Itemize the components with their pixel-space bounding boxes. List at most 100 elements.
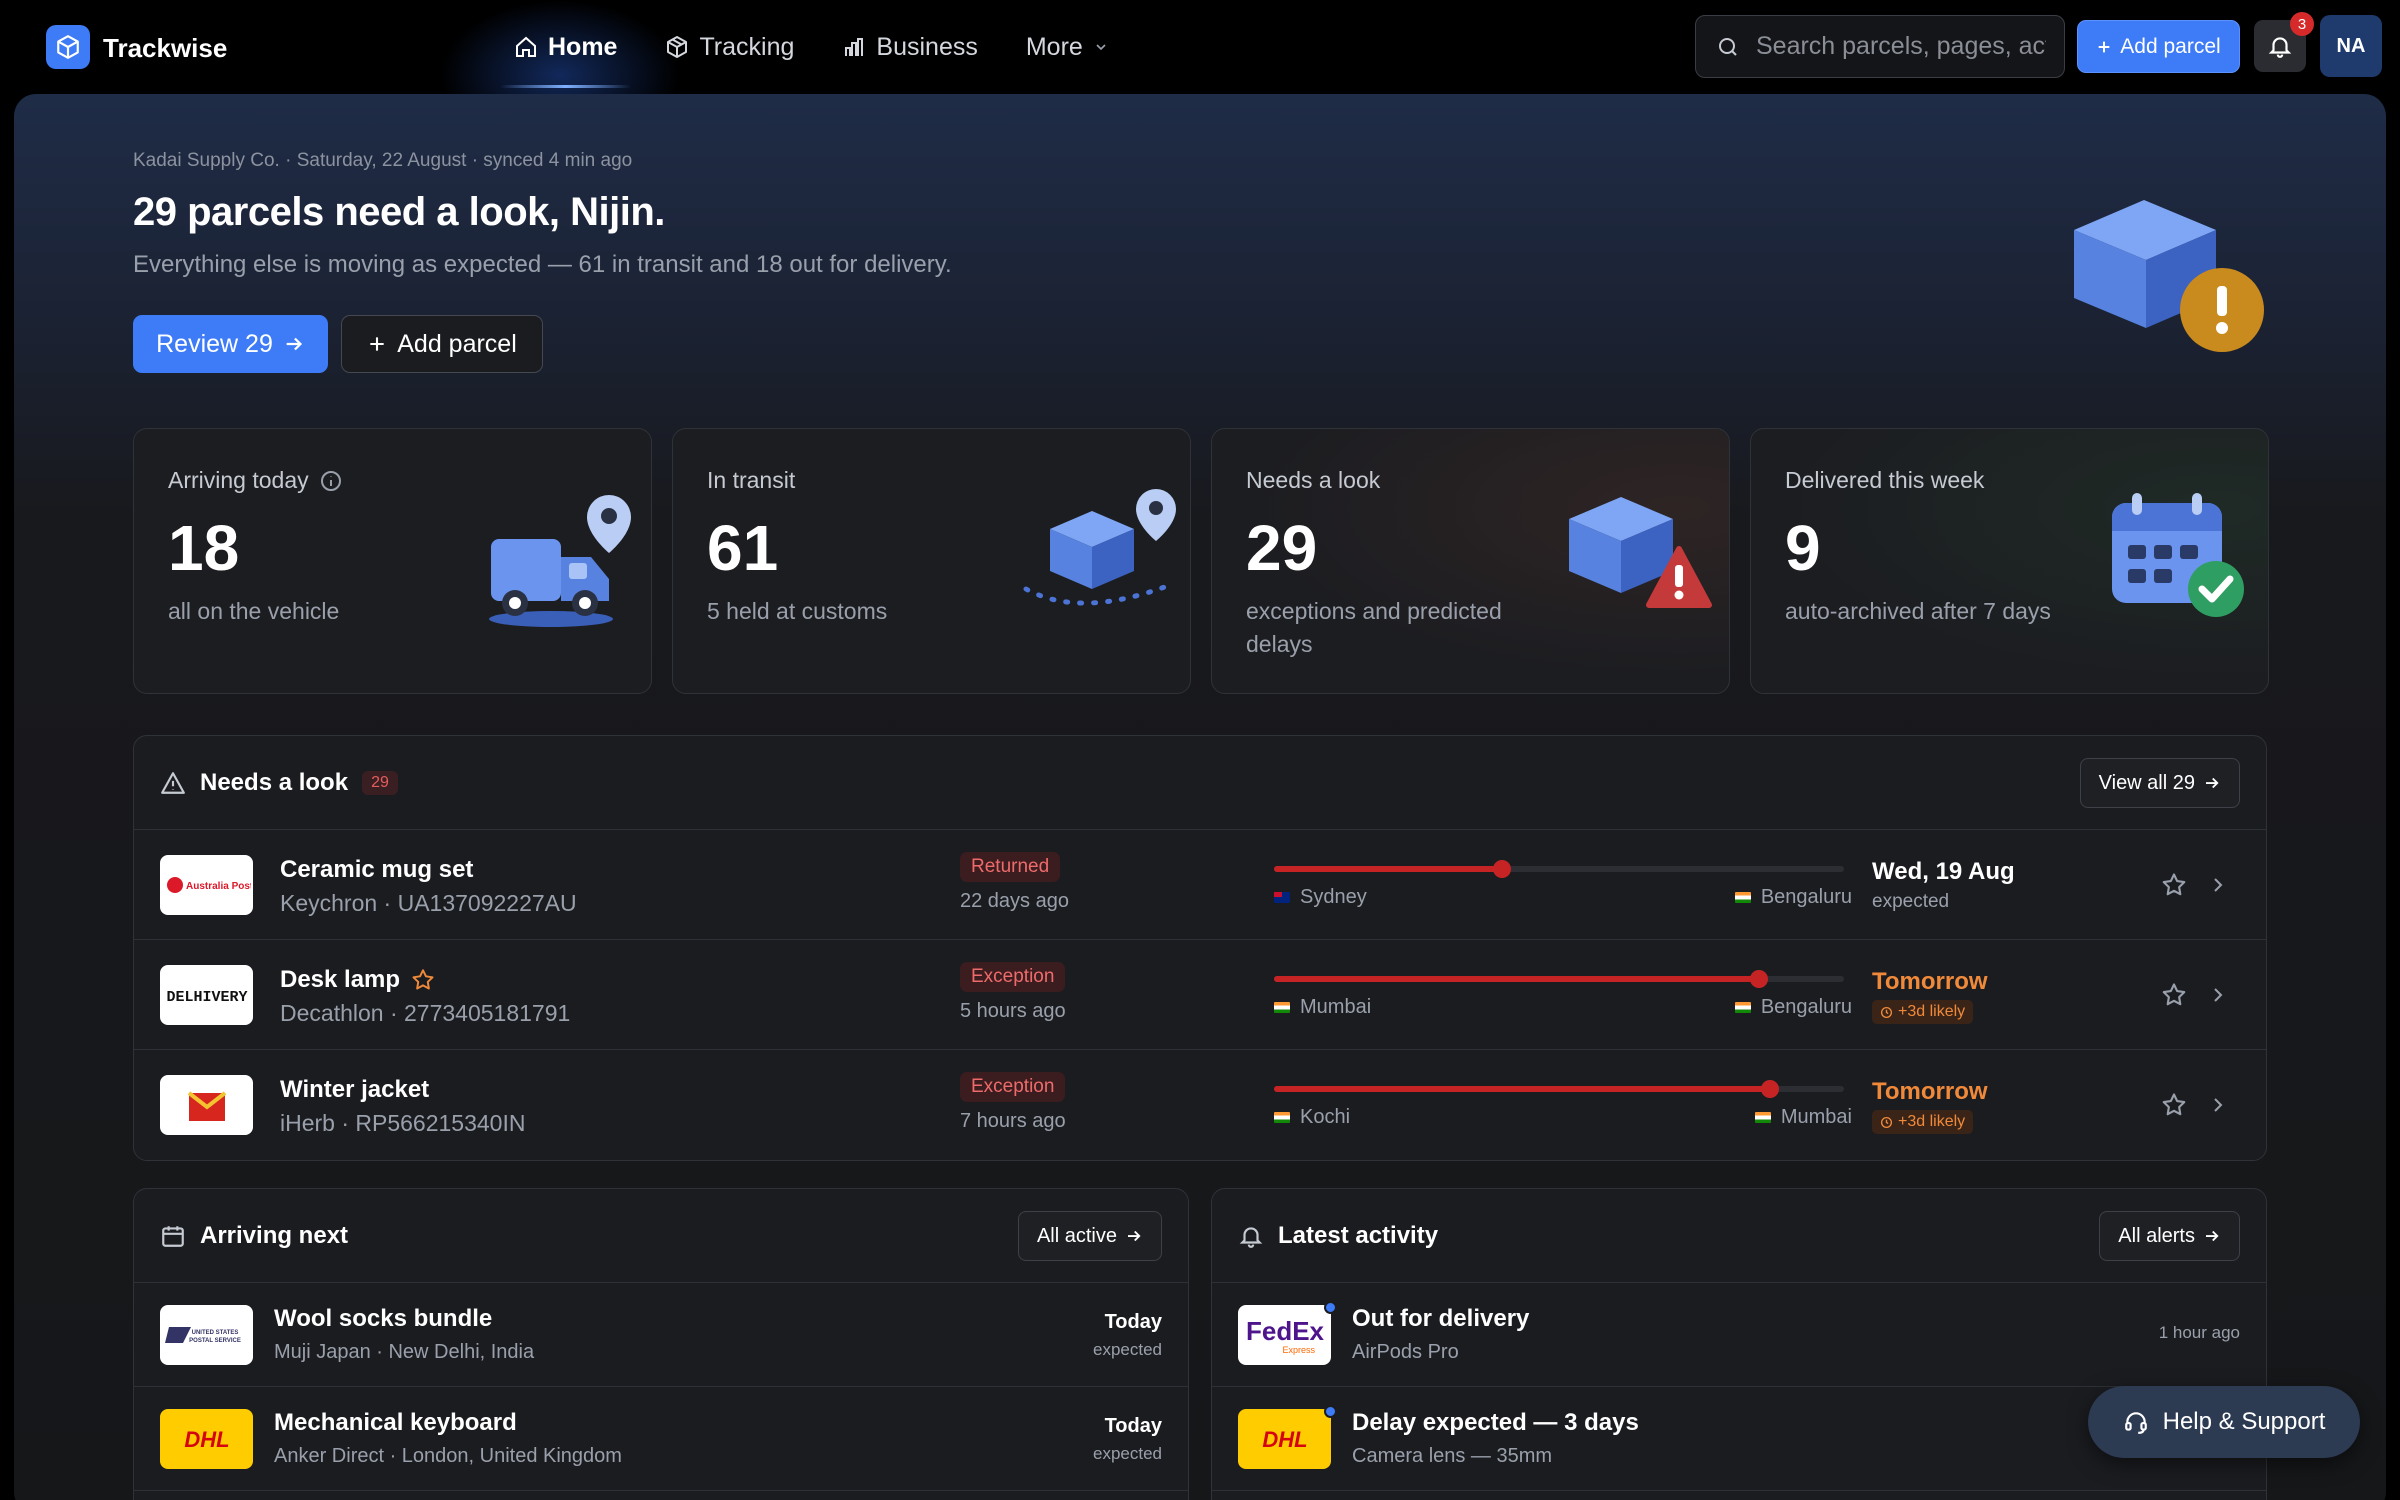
carrier-name: Australia Post [186, 881, 251, 892]
stat-desc: auto-archived after 7 days [1785, 598, 2051, 624]
starred-icon[interactable] [410, 967, 436, 993]
route-from: Sydney [1300, 886, 1367, 908]
chevron-down-icon [1096, 44, 1106, 51]
search-box[interactable] [1695, 15, 2065, 78]
package-icon [667, 36, 688, 58]
plus-icon [370, 337, 384, 351]
arrow-right-icon [1128, 1230, 1141, 1242]
review-button[interactable]: Review 29 [133, 315, 328, 373]
stat-label: Arriving today [168, 467, 309, 493]
flag-icon [1274, 1002, 1290, 1013]
all-active-button[interactable]: All active [1017, 1211, 1162, 1261]
hero-meta: Kadai Supply Co. · Saturday, 22 August ·… [133, 150, 633, 171]
stat-arriving-today[interactable]: Arriving today 18 all on the vehicle [133, 428, 652, 694]
stat-delivered-this-week[interactable]: Delivered this week 9 auto-archived afte… [1750, 428, 2269, 694]
chevron-right-icon[interactable] [2206, 873, 2230, 897]
route-from: Mumbai [1300, 996, 1372, 1018]
nav-home[interactable]: Home [490, 0, 641, 94]
arrival-day: Today [1104, 1415, 1162, 1437]
hero-add-parcel-button[interactable]: Add parcel [341, 315, 543, 373]
hero-title: 29 parcels need a look, Nijin. [133, 190, 665, 234]
nav-more[interactable]: More [1002, 0, 1133, 94]
item-sub: Keychron · UA137092227AU [280, 890, 577, 916]
carrier-service: Express [1282, 1345, 1315, 1355]
stat-in-transit[interactable]: In transit 61 5 held at customs [672, 428, 1191, 694]
arriving-next-panel: Arriving next All active UNITED STATES PO… [133, 1188, 1189, 1500]
topbar-add-parcel-button[interactable]: Add parcel [2077, 20, 2240, 73]
stat-needs-a-look[interactable]: Needs a look 29 exceptions and predicted… [1211, 428, 1730, 694]
stat-desc: exceptions and predicted delays [1246, 598, 1502, 657]
arrival-day: Today [1104, 1311, 1162, 1333]
bell-icon [2268, 37, 2292, 58]
status-age: 7 hours ago [960, 1110, 1066, 1132]
arrow-right-icon [286, 337, 302, 351]
needs-a-look-panel: Needs a look 29 View all 29 Australia Po… [133, 735, 2267, 1161]
unread-dot [1324, 1301, 1337, 1314]
stat-label: In transit [707, 467, 796, 493]
topbar-add-parcel-label: Add parcel [2120, 34, 2221, 58]
activity-title: Delay expected — 3 days [1352, 1409, 1639, 1436]
panel-title: Needs a look [200, 768, 349, 796]
table-row[interactable]: Australia Post Ceramic mug set Keychron … [134, 830, 2266, 940]
activity-time: 1 hour ago [2158, 1323, 2240, 1342]
headset-icon [2124, 1412, 2147, 1434]
flag-icon [1734, 892, 1751, 903]
list-item[interactable]: UNITED STATES POSTAL SERVICE Wool socks b… [134, 1283, 1188, 1387]
star-icon[interactable] [2160, 1091, 2188, 1119]
view-all-button[interactable]: View all 29 [2079, 758, 2240, 808]
india-post-logo [160, 1075, 253, 1135]
count-badge: 29 [362, 770, 398, 795]
search-input[interactable] [1756, 32, 2046, 61]
item-sub: Anker Direct · London, United Kingdom [274, 1445, 622, 1467]
australia-post-logo: Australia Post [160, 855, 253, 915]
calendar-check-icon [2098, 489, 2268, 659]
plus-icon [2098, 41, 2110, 52]
carrier-name: FedEx [1245, 1316, 1324, 1346]
item-name: Ceramic mug set [280, 856, 474, 883]
list-item[interactable]: FedEx Express Out for delivery AirPods Pr… [1212, 1283, 2266, 1387]
delhivery-logo: DELHIVERY [160, 965, 253, 1025]
help-support-button[interactable]: Help & Support [2088, 1386, 2360, 1458]
notification-count-badge: 3 [2290, 12, 2314, 36]
table-row[interactable]: Winter jacket iHerb · RP566215340IN Exce… [134, 1050, 2266, 1160]
clock-icon [1880, 1006, 1893, 1018]
stat-desc: 5 held at customs [707, 598, 888, 624]
delay-label: +3d likely [1898, 1113, 1966, 1130]
arrival-sub: expected [1093, 1340, 1162, 1359]
star-icon[interactable] [2160, 981, 2188, 1009]
box-warning-icon [1559, 489, 1729, 659]
route-progress [1274, 1080, 1844, 1098]
table-row[interactable]: DELHIVERY Desk lamp Decathlon · 27734051… [134, 940, 2266, 1050]
chevron-right-icon[interactable] [2206, 983, 2230, 1007]
app-logo-icon[interactable] [46, 25, 90, 69]
nav-business[interactable]: Business [818, 0, 1001, 94]
user-avatar[interactable]: NA [2320, 15, 2382, 77]
nav-more-label: More [1025, 32, 1083, 61]
svg-text:UNITED STATES: UNITED STATES [191, 1330, 238, 1336]
flag-icon [1734, 1002, 1751, 1013]
info-icon[interactable] [319, 469, 343, 493]
all-alerts-button[interactable]: All alerts [2099, 1211, 2240, 1261]
flag-icon [1274, 1112, 1290, 1123]
app-brand[interactable]: Trackwise [103, 33, 227, 64]
clock-icon [1880, 1116, 1893, 1128]
panel-header: Arriving next All active [134, 1189, 1188, 1283]
activity-sub: AirPods Pro [1352, 1341, 1459, 1363]
chevron-right-icon[interactable] [2206, 1093, 2230, 1117]
usps-logo: UNITED STATES POSTAL SERVICE [160, 1305, 253, 1365]
list-item[interactable]: DHL Mechanical keyboard Anker Direct · L… [134, 1387, 1188, 1491]
stat-value: 9 [1785, 512, 1821, 584]
carrier-name: DELHIVERY [166, 989, 247, 1006]
bar-chart-icon [845, 38, 864, 56]
star-icon[interactable] [2160, 871, 2188, 899]
eta: Tomorrow [1872, 968, 1988, 995]
fedex-logo: FedEx Express [1238, 1305, 1331, 1365]
eta: Wed, 19 Aug [1872, 858, 2015, 885]
nav-tracking-label: Tracking [699, 32, 795, 61]
home-icon [516, 36, 536, 57]
item-sub: Muji Japan · New Delhi, India [274, 1341, 535, 1363]
nav-tracking[interactable]: Tracking [641, 0, 818, 94]
activity-sub: Camera lens — 35mm [1352, 1445, 1553, 1467]
carrier-name: DHL [184, 1427, 229, 1452]
panel-header: Needs a look 29 View all 29 [134, 736, 2266, 830]
